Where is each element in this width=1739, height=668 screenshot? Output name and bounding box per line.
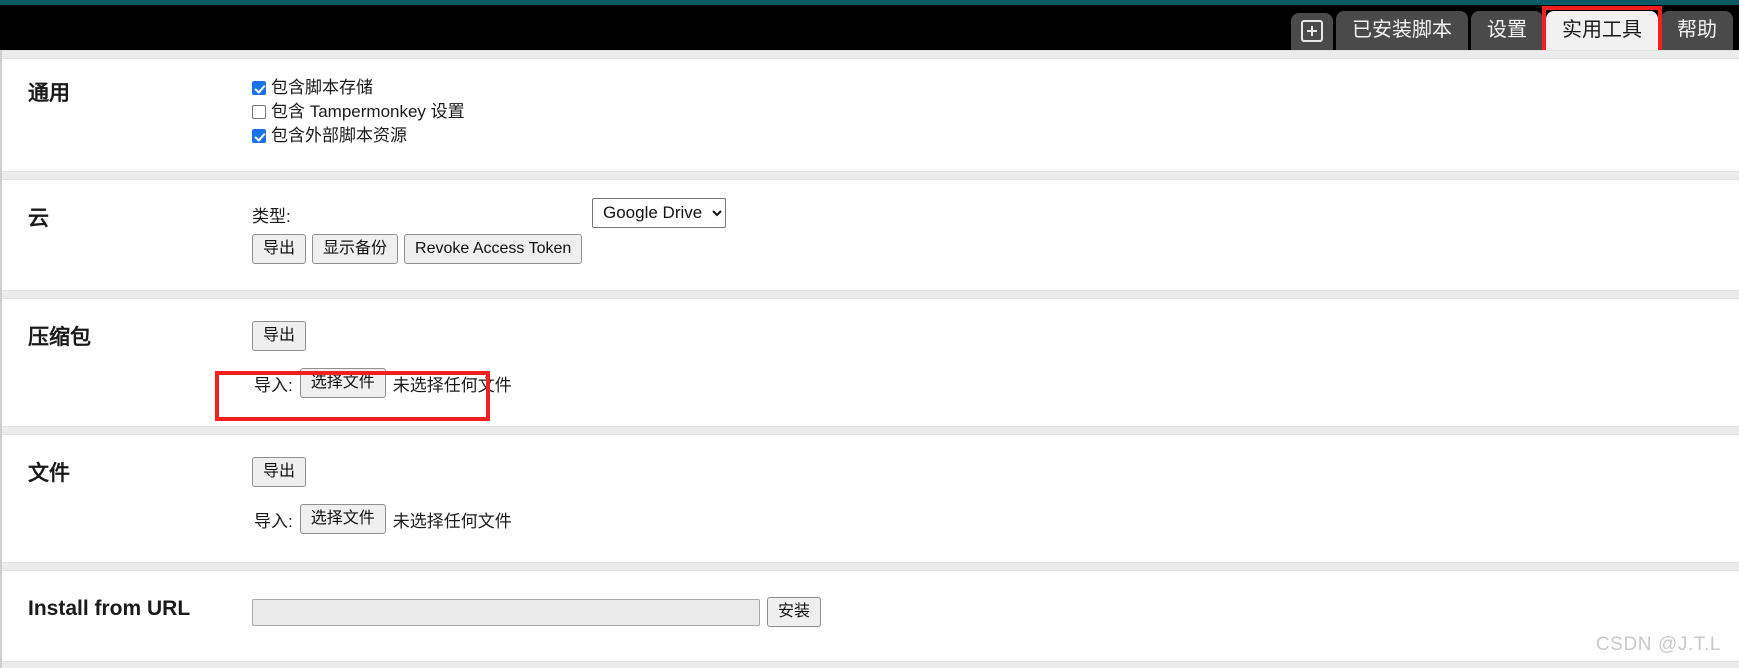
- tab-installed-scripts-label: 已安装脚本: [1352, 19, 1452, 41]
- checkbox-include-tampermonkey-settings[interactable]: [252, 105, 266, 119]
- section-zip-label: 压缩包: [28, 326, 91, 349]
- zip-selected-file-name: 未选择任何文件: [392, 375, 512, 395]
- file-import-label: 导入:: [254, 511, 293, 531]
- tab-help-label: 帮助: [1677, 19, 1717, 41]
- checkbox-include-script-storage-label: 包含脚本存储: [271, 78, 373, 97]
- file-import-row: 导入: 选择文件 未选择任何文件: [252, 504, 1739, 534]
- section-cloud-body: 类型: 导出 显示备份 Revoke Access Token Google D…: [252, 198, 1739, 264]
- tab-installed-scripts[interactable]: 已安装脚本: [1336, 11, 1468, 50]
- plus-square-icon: [1301, 20, 1323, 42]
- checkbox-row-script-storage[interactable]: 包含脚本存储: [252, 77, 1739, 99]
- section-zip-body: 导出 导入: 选择文件 未选择任何文件: [252, 321, 1739, 398]
- section-divider: [2, 290, 1739, 299]
- section-zip: 压缩包 导出 导入: 选择文件 未选择任何文件: [2, 299, 1739, 426]
- section-file: 文件 导出 导入: 选择文件 未选择任何文件: [2, 435, 1739, 562]
- file-choose-file-button[interactable]: 选择文件: [299, 504, 386, 534]
- settings-content: 通用 包含脚本存储 包含 Tampermonkey 设置 包含外部脚本资源 云 …: [0, 50, 1739, 668]
- watermark: CSDN @J.T.L: [1595, 634, 1721, 655]
- tab-utilities[interactable]: 实用工具: [1546, 11, 1658, 50]
- section-divider: [2, 171, 1739, 180]
- file-export-row: 导出: [252, 457, 1739, 487]
- section-cloud-label: 云: [28, 207, 49, 230]
- section-install-from-url-body: 安装: [252, 597, 1739, 627]
- section-general-body: 包含脚本存储 包含 Tampermonkey 设置 包含外部脚本资源: [252, 77, 1739, 149]
- section-file-body: 导出 导入: 选择文件 未选择任何文件: [252, 457, 1739, 534]
- tab-settings-label: 设置: [1487, 19, 1527, 41]
- file-export-button[interactable]: 导出: [252, 457, 307, 487]
- zip-export-row: 导出: [252, 321, 1739, 351]
- section-divider: [2, 50, 1739, 59]
- zip-import-label: 导入:: [254, 375, 293, 395]
- checkbox-include-script-storage[interactable]: [252, 81, 266, 95]
- section-install-from-url-label: Install from URL: [28, 597, 191, 620]
- section-cloud: 云 类型: 导出 显示备份 Revoke Access Token Google…: [2, 180, 1739, 290]
- section-general: 通用 包含脚本存储 包含 Tampermonkey 设置 包含外部脚本资源: [2, 59, 1739, 171]
- section-install-from-url: Install from URL 安装: [2, 571, 1739, 661]
- checkbox-include-external-resources[interactable]: [252, 129, 266, 143]
- tab-utilities-label: 实用工具: [1562, 19, 1642, 41]
- top-nav-bar: 已安装脚本 设置 实用工具 帮助: [0, 5, 1739, 54]
- cloud-revoke-access-token-button[interactable]: Revoke Access Token: [404, 234, 583, 264]
- checkbox-include-external-resources-label: 包含外部脚本资源: [271, 126, 407, 145]
- section-divider: [2, 426, 1739, 435]
- file-selected-file-name: 未选择任何文件: [392, 511, 512, 531]
- zip-import-row: 导入: 选择文件 未选择任何文件: [252, 368, 1739, 398]
- cloud-button-row: 导出 显示备份 Revoke Access Token: [252, 234, 1739, 264]
- tampermonkey-utilities-page: 已安装脚本 设置 实用工具 帮助 通用 包含脚本存储 包含 Tampermonk…: [0, 0, 1739, 668]
- section-file-label: 文件: [28, 462, 70, 485]
- install-url-install-button[interactable]: 安装: [767, 597, 822, 627]
- section-divider: [2, 562, 1739, 571]
- section-general-label: 通用: [28, 82, 70, 105]
- checkbox-row-tampermonkey-settings[interactable]: 包含 Tampermonkey 设置: [252, 101, 1739, 123]
- checkbox-row-external-resources[interactable]: 包含外部脚本资源: [252, 125, 1739, 147]
- install-url-input[interactable]: [252, 598, 760, 626]
- cloud-show-backups-button[interactable]: 显示备份: [312, 234, 399, 264]
- zip-choose-file-button[interactable]: 选择文件: [299, 368, 386, 398]
- tab-bar: 已安装脚本 设置 实用工具 帮助: [1291, 5, 1733, 50]
- install-url-row: 安装: [252, 597, 1739, 627]
- checkbox-include-tampermonkey-settings-label: 包含 Tampermonkey 设置: [271, 102, 465, 121]
- section-divider: [2, 661, 1739, 668]
- cloud-export-button[interactable]: 导出: [252, 234, 307, 264]
- cloud-type-select[interactable]: Google Drive: [592, 198, 726, 228]
- tab-help[interactable]: 帮助: [1661, 11, 1733, 50]
- tab-settings[interactable]: 设置: [1471, 11, 1543, 50]
- zip-export-button[interactable]: 导出: [252, 321, 307, 351]
- tab-new[interactable]: [1291, 13, 1333, 50]
- cloud-type-label: 类型:: [252, 207, 291, 226]
